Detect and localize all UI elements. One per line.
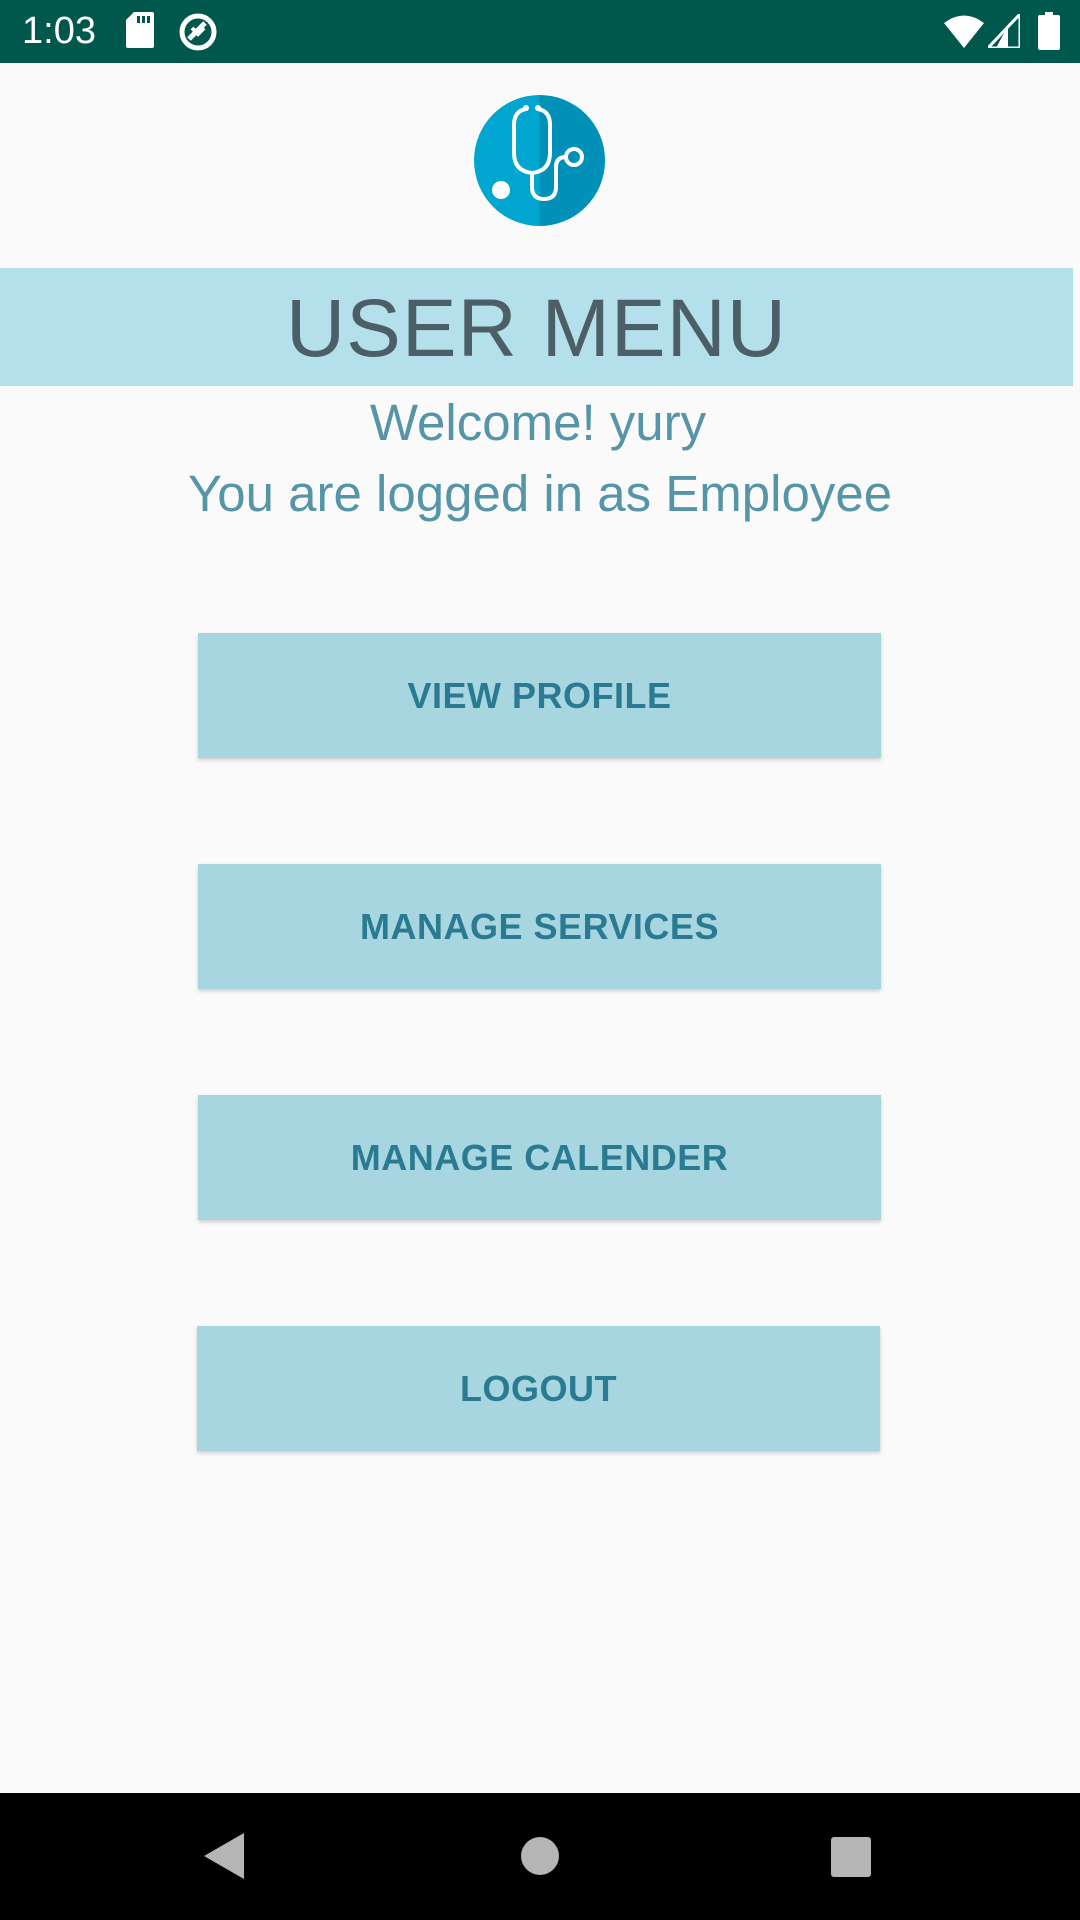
app-logo (474, 95, 605, 226)
manage-services-button[interactable]: MANAGE SERVICES (198, 864, 881, 989)
home-icon[interactable] (520, 1836, 560, 1881)
header-band: USER MENU (0, 268, 1073, 386)
stethoscope-icon (474, 95, 605, 226)
welcome-message: Welcome! yury (369, 394, 707, 451)
status-bar: 1:03 (0, 0, 1080, 63)
role-message: You are logged in as Employee (187, 465, 893, 522)
back-icon[interactable] (204, 1833, 244, 1884)
wifi-icon (944, 14, 984, 53)
sync-icon (178, 12, 218, 57)
view-profile-button[interactable]: VIEW PROFILE (198, 633, 881, 758)
status-time: 1:03 (22, 10, 96, 52)
battery-icon (1038, 12, 1060, 55)
sd-card-icon (126, 12, 154, 53)
page-title: USER MENU (285, 283, 788, 374)
manage-calender-button[interactable]: MANAGE CALENDER (198, 1095, 881, 1220)
logout-button[interactable]: LOGOUT (197, 1326, 880, 1451)
recents-icon[interactable] (831, 1837, 871, 1882)
signal-icon (984, 10, 1022, 53)
navigation-bar (0, 1793, 1080, 1920)
